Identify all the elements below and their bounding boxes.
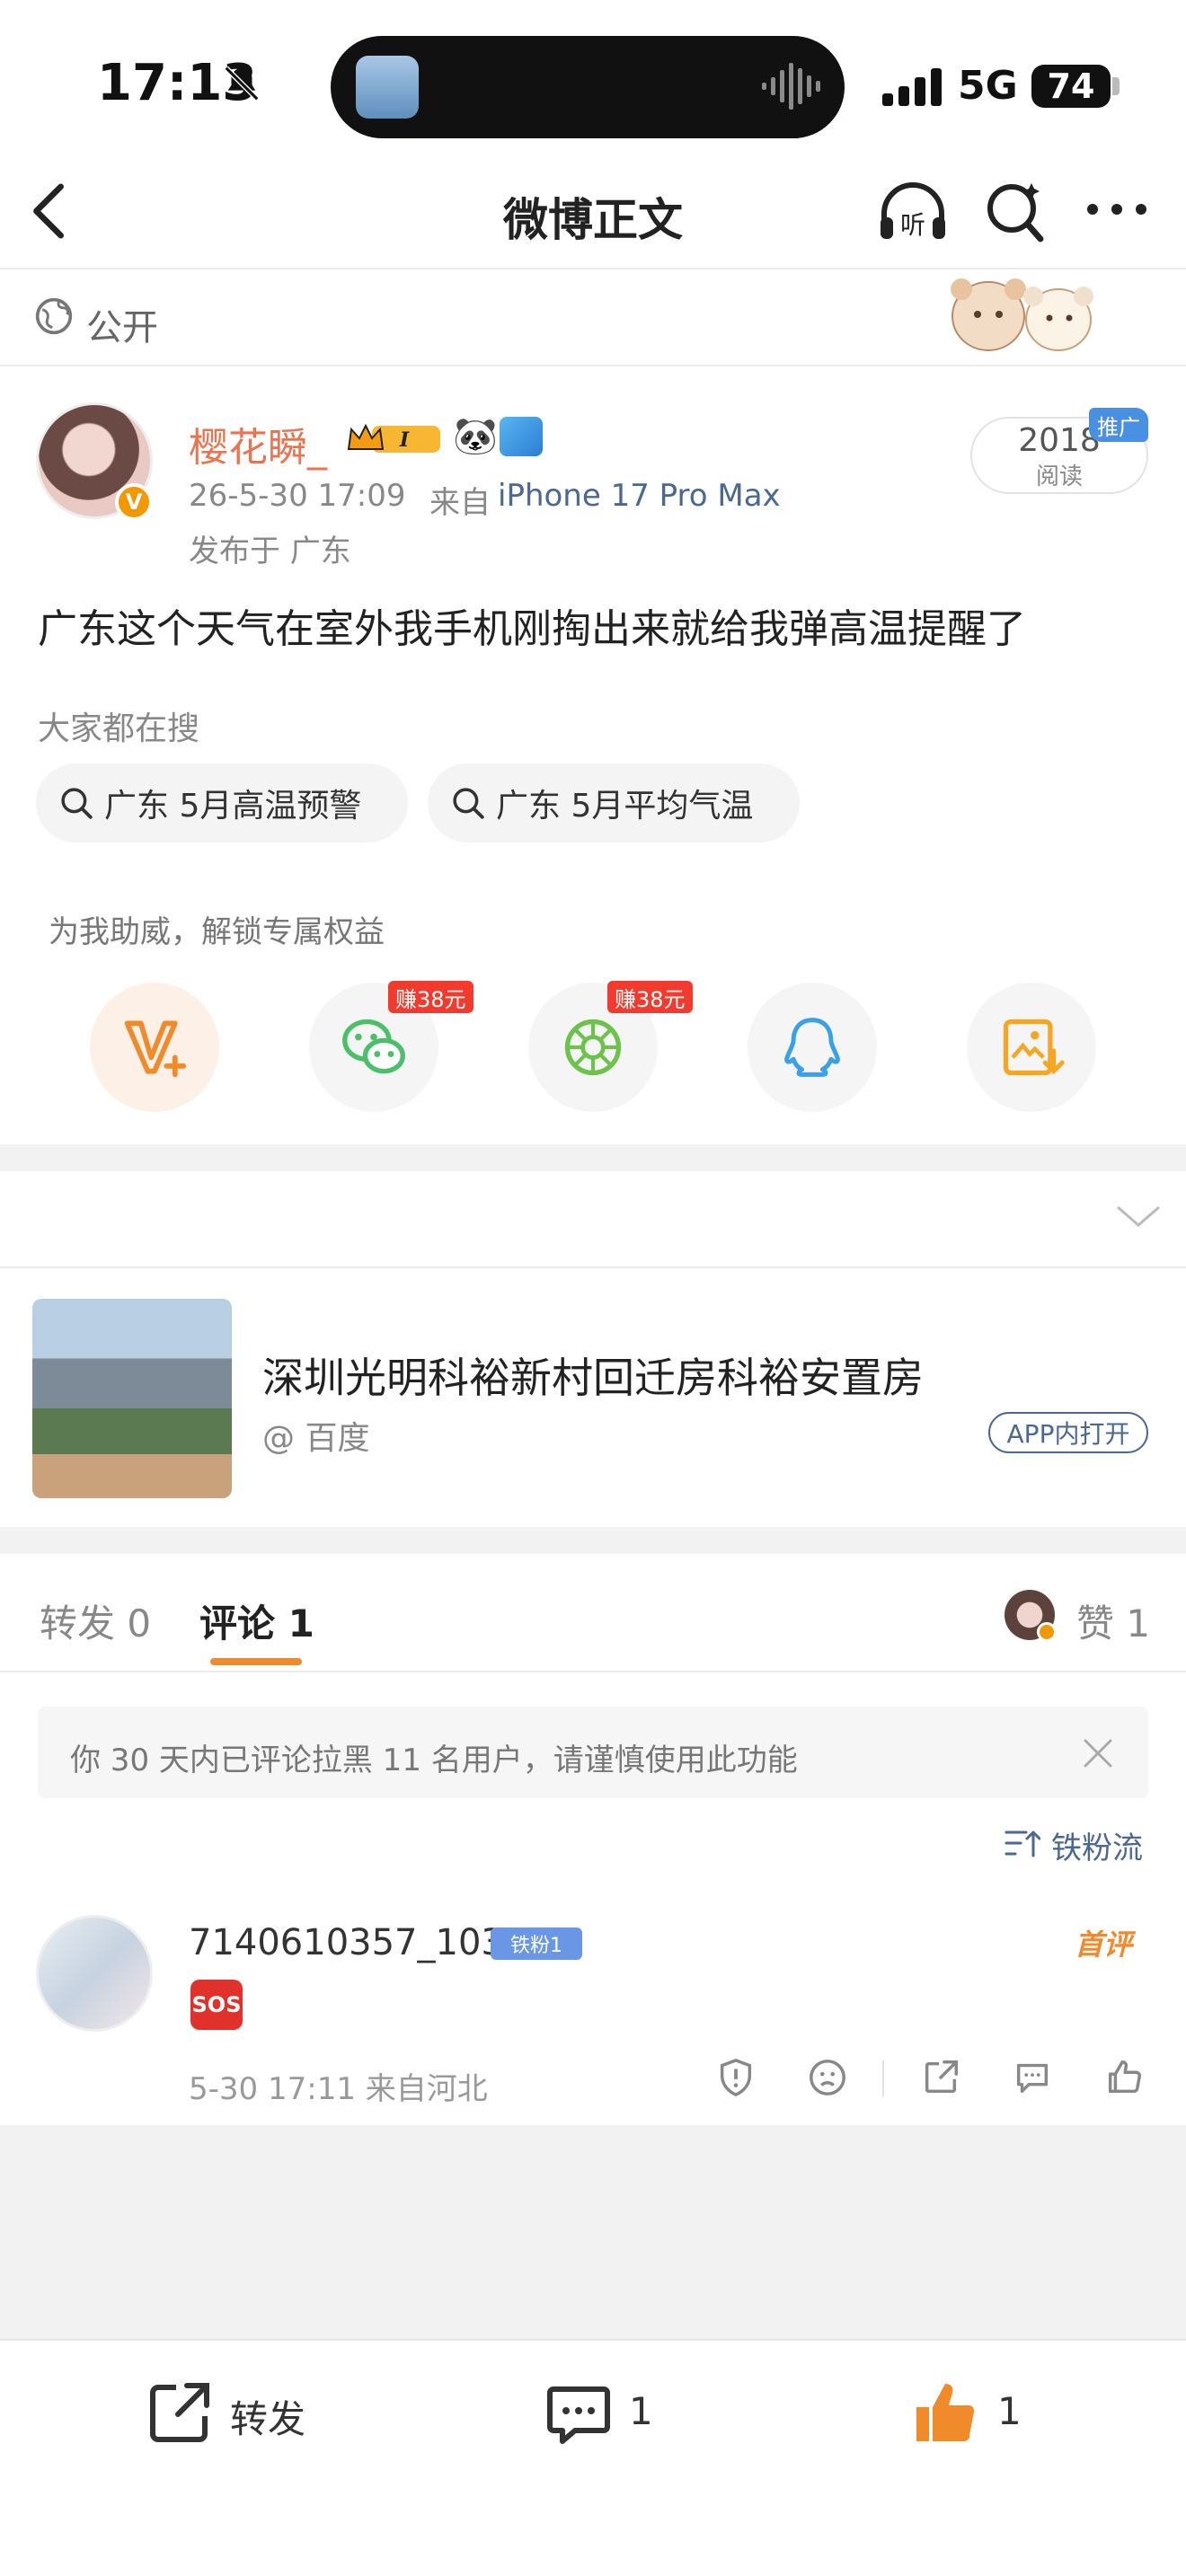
- share-icon[interactable]: [920, 2057, 961, 2098]
- bell-off-icon: [224, 66, 260, 101]
- svg-text:听: 听: [900, 210, 925, 240]
- earn-reward-tag: 赚38元: [607, 981, 693, 1013]
- search-icon: [61, 788, 93, 819]
- commenter-avatar[interactable]: [36, 1915, 153, 2032]
- panda-badge-icon: 🐼: [453, 416, 498, 457]
- hot-search-chip-label: 广东 5月高温预警: [104, 788, 362, 825]
- cellular-signal-icon: [882, 68, 942, 106]
- hot-search-label: 大家都在搜: [38, 710, 200, 747]
- reply-icon[interactable]: [1012, 2057, 1053, 2098]
- post-time: 26-5-30 17:09: [189, 478, 406, 514]
- liked-thumbs-up-icon[interactable]: [909, 2377, 981, 2448]
- comment-meta: 5-30 17:11 来自河北: [189, 2071, 488, 2107]
- close-icon[interactable]: [1080, 1735, 1116, 1771]
- wechat-icon: [342, 1019, 405, 1074]
- thumbs-up-icon[interactable]: [1103, 2057, 1145, 2098]
- tab-comment[interactable]: 评论 1: [199, 1593, 314, 1648]
- author-username[interactable]: 樱花瞬_: [189, 415, 327, 472]
- reads-label: 阅读: [1035, 463, 1083, 490]
- listen-headphones-icon[interactable]: 听: [875, 178, 951, 248]
- vplus-icon: [124, 1020, 187, 1078]
- repost-icon[interactable]: [144, 2377, 216, 2448]
- open-in-app-button[interactable]: APP内打开: [988, 1412, 1148, 1453]
- verified-badge-icon: V: [115, 483, 153, 521]
- repost-label[interactable]: 转发: [230, 2389, 305, 2444]
- search-icon: [453, 788, 484, 819]
- link-card-thumbnail[interactable]: [32, 1299, 232, 1498]
- like-count[interactable]: 1: [997, 2389, 1022, 2433]
- tabs-divider: [0, 1671, 1186, 1672]
- sos-emoji: SOS: [190, 1980, 243, 2030]
- post-body-text: 广东这个天气在室外我手机刚掏出来就给我弹高温提醒了: [38, 606, 1026, 652]
- boost-label: 为我助威，解锁专属权益: [49, 914, 385, 950]
- dislike-face-icon[interactable]: [807, 2057, 848, 2098]
- globe-icon: [35, 297, 73, 335]
- visibility-divider: [0, 365, 1186, 366]
- battery-nub: [1112, 77, 1120, 95]
- vip-crown-badge-icon[interactable]: I: [345, 419, 446, 458]
- hot-search-chip[interactable]: 广东 5月高温预警: [36, 763, 408, 842]
- promote-tag[interactable]: 推广: [1089, 408, 1148, 442]
- vplus-share-button[interactable]: [90, 983, 219, 1112]
- iron-fan-badge[interactable]: 铁粉1: [491, 1928, 582, 1960]
- link-card-title[interactable]: 深圳光明科裕新村回迁房科裕安置房: [262, 1345, 924, 1405]
- hot-search-chip-label: 广东 5月平均气温: [496, 788, 754, 825]
- post-device[interactable]: iPhone 17 Pro Max: [498, 478, 781, 514]
- blacklist-notice-text: 你 30 天内已评论拉黑 11 名用户，请谨慎使用此功能: [70, 1742, 798, 1778]
- report-icon[interactable]: [715, 2057, 757, 2098]
- section-separator: [0, 1144, 1186, 1171]
- search-sparkle-icon[interactable]: [983, 178, 1046, 246]
- empty-area: [0, 2125, 1186, 2341]
- bear-sticker-decoration: [951, 278, 1093, 351]
- earn-reward-tag: 赚38元: [388, 981, 474, 1013]
- bottom-action-bar: [0, 2339, 1186, 2576]
- qq-share-button[interactable]: [748, 983, 877, 1112]
- audio-waveform-icon: [762, 63, 820, 110]
- first-comment-badge: 首评: [1075, 1928, 1133, 1962]
- active-tab-indicator: [210, 1658, 302, 1665]
- sort-icon[interactable]: [1003, 1825, 1040, 1861]
- visibility-label: 公开: [86, 307, 158, 348]
- chevron-down-icon[interactable]: [1114, 1202, 1163, 1229]
- network-type: 5G: [958, 63, 1018, 109]
- moments-icon: [564, 1019, 622, 1076]
- section-separator: [0, 1527, 1186, 1554]
- save-image-share-button[interactable]: [967, 983, 1096, 1112]
- now-playing-artwork: [356, 56, 419, 119]
- battery-indicator: 74: [1031, 65, 1111, 108]
- shark-badge-icon: [500, 417, 543, 456]
- link-card-source: @ 百度: [262, 1420, 370, 1457]
- svg-text:I: I: [399, 428, 410, 452]
- comment-actions-separator: [882, 2060, 884, 2096]
- commenter-username[interactable]: 7140610357_103: [189, 1922, 504, 1963]
- liker-verified-badge-icon: [1037, 1622, 1057, 1642]
- more-options-icon[interactable]: [1085, 199, 1148, 219]
- save-image-icon: [1003, 1019, 1065, 1076]
- qq-icon: [784, 1018, 840, 1077]
- post-source-label: 来自: [429, 485, 491, 521]
- hot-search-chip[interactable]: 广东 5月平均气温: [428, 763, 800, 842]
- comment-count[interactable]: 1: [629, 2389, 653, 2433]
- sort-label[interactable]: 铁粉流: [1051, 1823, 1143, 1867]
- post-location: 发布于 广东: [189, 534, 351, 569]
- expand-divider: [0, 1266, 1186, 1268]
- tab-like[interactable]: 赞 1: [1076, 1593, 1150, 1648]
- tab-repost[interactable]: 转发 0: [40, 1593, 151, 1648]
- comment-icon[interactable]: [543, 2377, 615, 2448]
